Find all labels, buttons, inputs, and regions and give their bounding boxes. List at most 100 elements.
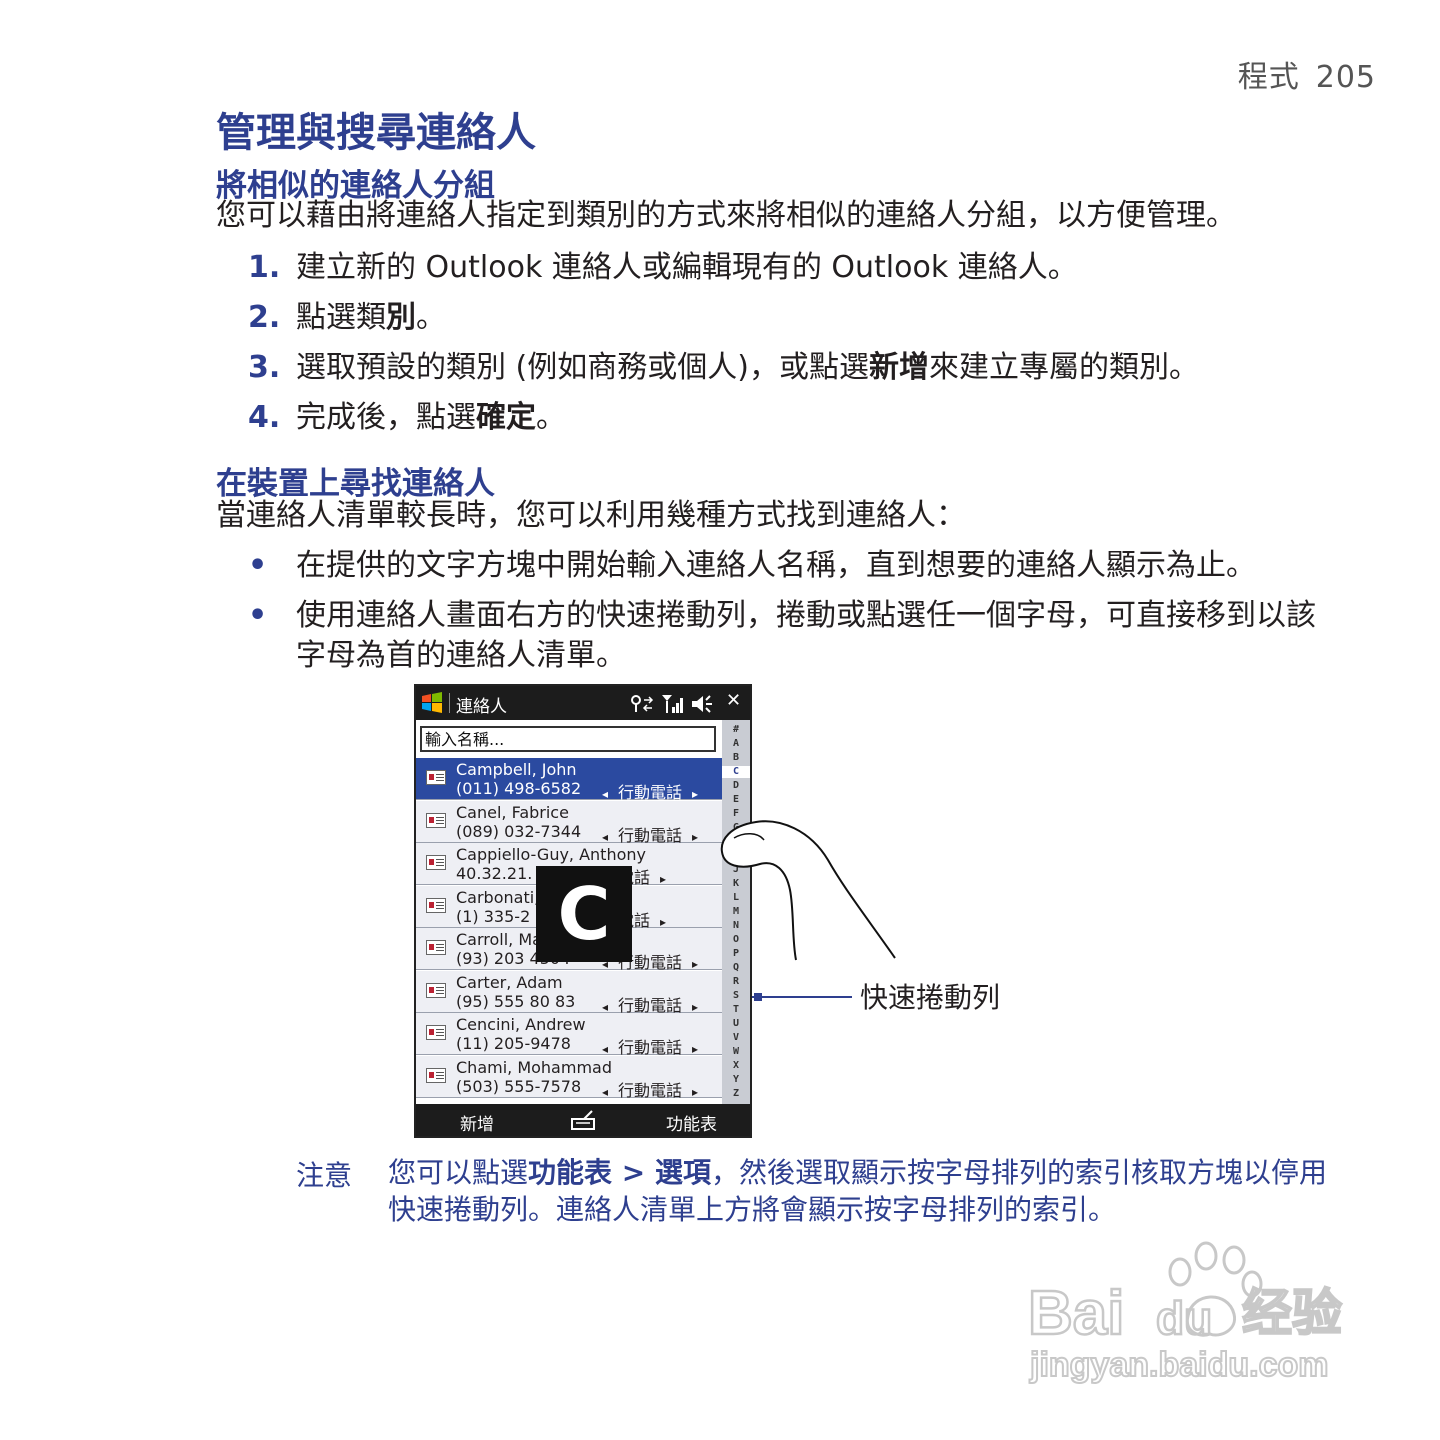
index-letter[interactable]: E: [722, 794, 750, 806]
index-letter[interactable]: W: [722, 1046, 750, 1058]
index-letter[interactable]: X: [722, 1060, 750, 1072]
contact-phone: (1) 335-2: [456, 906, 531, 926]
index-letter[interactable]: #: [722, 724, 750, 736]
contact-phone: (95) 555 80 83: [456, 991, 576, 1011]
finger-illustration: [720, 820, 896, 961]
contact-name: Carbonati,: [456, 887, 540, 907]
contact-card-icon: [426, 770, 446, 785]
page-number: 205: [1315, 60, 1376, 95]
page-title: 管理與搜尋連絡人: [216, 110, 536, 156]
search-input[interactable]: [422, 728, 714, 750]
index-letter[interactable]: B: [722, 752, 750, 764]
contact-name: Cappiello-Guy, Anthony: [456, 845, 646, 864]
phone-type-selector[interactable]: 行動電話: [602, 1077, 698, 1101]
step-text-end: 。: [416, 300, 446, 335]
signal-strength-icon[interactable]: [660, 693, 686, 715]
search-box[interactable]: [420, 726, 716, 752]
bottom-bar: 新增 功能表: [416, 1104, 750, 1136]
index-letter[interactable]: D: [722, 780, 750, 792]
bullet-item: • 在提供的文字方塊中開始輸入連絡人名稱，直到想要的連絡人顯示為止。: [248, 546, 1338, 586]
index-letter[interactable]: U: [722, 1018, 750, 1030]
step-number: 1.: [248, 250, 281, 285]
contact-name: Canel, Fabrice: [456, 802, 569, 822]
index-letter[interactable]: T: [722, 1004, 750, 1016]
contact-phone: (011) 498-6582: [456, 779, 582, 798]
step-4: 4. 完成後，點選確定。: [248, 398, 566, 438]
section1-intro: 您可以藉由將連絡人指定到類別的方式來將相似的連絡人分組，以方便管理。: [216, 198, 1236, 233]
contact-row[interactable]: Campbell, John(011) 498-6582 行動電話: [416, 758, 722, 803]
contact-phone: (503) 555-7578: [456, 1076, 582, 1096]
contact-row[interactable]: Chami, Mohammad(503) 555-7578 行動電話: [416, 1055, 722, 1101]
step-bold: 確定: [476, 400, 536, 435]
note-text-line2: 快速捲動列。連絡人清單上方將會顯示按字母排列的索引。: [388, 1193, 1117, 1226]
svg-text:Bai: Bai: [1028, 1279, 1124, 1348]
note-text: 您可以點選功能表 > 選項，然後選取顯示按字母排列的索引核取方塊以停用 快速捲動…: [388, 1154, 1328, 1228]
close-icon[interactable]: ✕: [726, 690, 741, 711]
contact-card-icon: [426, 812, 446, 828]
index-letter[interactable]: V: [722, 1032, 750, 1044]
step-text: 完成後，點選: [296, 400, 476, 435]
volume-icon[interactable]: [690, 693, 714, 715]
baidu-watermark: Bai du 经验 jingyan.baidu.com: [1027, 1241, 1343, 1385]
index-letter[interactable]: Z: [722, 1088, 750, 1100]
contact-card-icon: [426, 1025, 446, 1040]
phone-type-selector[interactable]: 行動電話: [602, 822, 698, 846]
note-label: 注意: [296, 1159, 353, 1192]
contact-name: Carter, Adam: [456, 972, 563, 992]
note-bold: 功能表 > 選項: [528, 1156, 711, 1189]
svg-text:jingyan.baidu.com: jingyan.baidu.com: [1029, 1346, 1328, 1384]
step-2: 2. 點選類別。: [248, 298, 446, 338]
index-letter[interactable]: A: [722, 738, 750, 750]
callout-label: 快速捲動列: [860, 981, 1001, 1014]
bullet-symbol: •: [248, 548, 268, 583]
contact-card-icon: [426, 940, 446, 955]
menu-button[interactable]: 功能表: [666, 1110, 717, 1135]
contact-name: Cencini, Andrew: [456, 1015, 586, 1034]
page-header: 程式 205: [1238, 52, 1376, 96]
step-number: 4.: [248, 400, 281, 435]
bullet-text: 使用連絡人畫面右方的快速捲動列，捲動或點選任一個字母，可直接移到以該字母為首的連…: [296, 598, 1316, 673]
keyboard-icon[interactable]: [570, 1109, 598, 1131]
phone-type-selector[interactable]: 行動電話: [602, 992, 698, 1016]
index-letter[interactable]: Y: [722, 1074, 750, 1086]
letter-overlay: C: [536, 866, 632, 962]
contact-row[interactable]: Canel, Fabrice(089) 032-7344 行動電話: [416, 800, 722, 846]
index-letter[interactable]: S: [722, 990, 750, 1002]
connectivity-icon[interactable]: [630, 694, 654, 714]
section2-intro: 當連絡人清單較長時，您可以利用幾種方式找到連絡人：: [216, 498, 966, 533]
step-text: 點選類: [296, 300, 386, 335]
step-text: 選取預設的類別 (例如商務或個人)，或點選: [296, 350, 869, 385]
contact-name: Campbell, John: [456, 760, 577, 779]
contact-phone: 40.32.21.: [456, 864, 533, 883]
note-text-end: ，然後選取顯示按字母排列的索引核取方塊以停用: [710, 1156, 1327, 1189]
contact-name: Carroll, Ma: [456, 930, 542, 949]
phone-type-selector[interactable]: 行動電話: [602, 779, 698, 803]
contact-card-icon: [426, 1067, 446, 1083]
step-number: 2.: [248, 300, 281, 335]
bullet-symbol: •: [248, 598, 268, 633]
app-title: 連絡人: [456, 697, 507, 717]
contact-phone: (089) 032-7344: [456, 821, 582, 841]
note-text-start: 您可以點選: [388, 1156, 529, 1189]
contact-card-icon: [426, 897, 446, 913]
contact-card-icon: [426, 982, 446, 998]
callout-line: [752, 996, 852, 998]
svg-text:du: du: [1156, 1292, 1212, 1344]
svg-text:经验: 经验: [1242, 1284, 1342, 1342]
step-1: 1. 建立新的 Outlook 連絡人或編輯現有的 Outlook 連絡人。: [248, 248, 1078, 288]
new-button[interactable]: 新增: [460, 1110, 494, 1135]
index-letter[interactable]: C: [722, 766, 750, 778]
contact-card-icon: [426, 855, 446, 870]
contact-row[interactable]: Cencini, Andrew(11) 205-9478 行動電話: [416, 1013, 722, 1058]
windows-start-icon[interactable]: [420, 691, 444, 715]
phone-type-selector[interactable]: 行動電話: [602, 1034, 698, 1058]
page-section: 程式: [1237, 60, 1300, 95]
step-number: 3.: [248, 350, 281, 385]
bullet-item: • 使用連絡人畫面右方的快速捲動列，捲動或點選任一個字母，可直接移到以該字母為首…: [248, 596, 1338, 676]
title-bar: 連絡人 ✕: [416, 686, 750, 720]
index-letter[interactable]: R: [722, 976, 750, 988]
contact-row[interactable]: Carter, Adam(95) 555 80 83 行動電話: [416, 970, 722, 1016]
contact-phone: (11) 205-9478: [456, 1034, 571, 1053]
step-text-end: 。: [536, 400, 566, 435]
step-3: 3. 選取預設的類別 (例如商務或個人)，或點選新增來建立專屬的類別。: [248, 348, 1199, 388]
